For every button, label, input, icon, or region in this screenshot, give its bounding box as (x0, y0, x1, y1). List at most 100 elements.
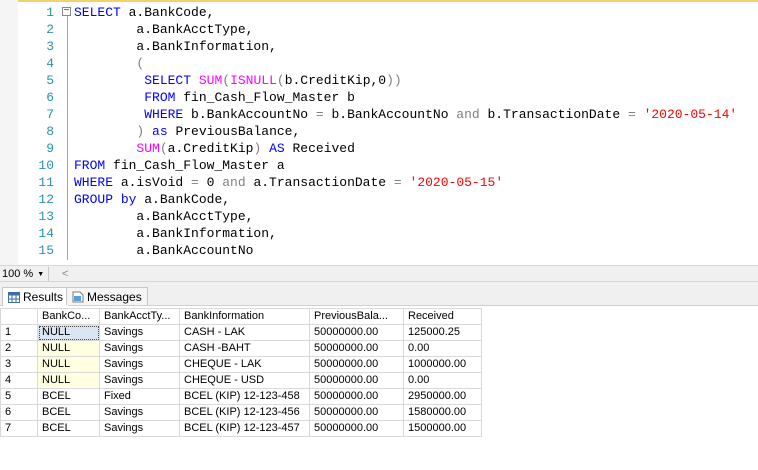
sql-editor[interactable]: 1− SELECT a.BankCode, 2 a.BankAcctType, 3 a… (0, 0, 758, 265)
grid-cell[interactable]: Savings (99, 420, 180, 437)
code-token: GROUP (74, 192, 114, 207)
line-number: 1 (46, 5, 54, 20)
zoom-label: 100 % (2, 268, 34, 280)
grid-cell[interactable]: 0.00 (403, 340, 482, 357)
code-text: FROM fin_Cash_Flow_Master a (74, 157, 285, 174)
grid-cell[interactable]: NULL (37, 372, 100, 389)
grid-cell[interactable]: CHEQUE - LAK (179, 356, 310, 373)
table-row[interactable]: 5 BCEL Fixed BCEL (KIP) 12-123-458 50000000.… (0, 388, 482, 405)
code-line[interactable]: 9 SUM(a.CreditKip) AS Received (0, 140, 758, 157)
grid-cell[interactable]: BCEL (37, 388, 100, 405)
grid-cell[interactable]: 1000000.00 (403, 356, 482, 373)
code-line[interactable]: 2 a.BankAcctType, (0, 21, 758, 38)
code-line[interactable]: 13 a.BankAcctType, (0, 208, 758, 225)
table-row[interactable]: 6 BCEL Savings BCEL (KIP) 12-123-456 5000000… (0, 404, 482, 421)
grid-cell[interactable]: 50000000.00 (309, 340, 404, 357)
grid-cell[interactable]: CASH -BAHT (179, 340, 310, 357)
grid-cell[interactable]: 50000000.00 (309, 404, 404, 421)
code-token: and (456, 107, 480, 122)
grid-cell[interactable]: 50000000.00 (309, 420, 404, 437)
column-header-bankcode[interactable]: BankCo... (37, 308, 100, 325)
scroll-left-button[interactable]: < (62, 267, 68, 281)
grid-cell[interactable]: BCEL (KIP) 12-123-456 (179, 404, 310, 421)
grid-cell[interactable]: BCEL (KIP) 12-123-458 (179, 388, 310, 405)
code-text: ) as PreviousBalance, (74, 123, 300, 140)
grid-cell[interactable]: 125000.25 (403, 324, 482, 341)
tab-messages-label: Messages (87, 290, 142, 304)
code-line[interactable]: 8 ) as PreviousBalance, (0, 123, 758, 140)
table-row[interactable]: 3 NULL Savings CHEQUE - LAK 50000000.00 10000… (0, 356, 482, 373)
code-token: ( (74, 56, 145, 71)
grid-cell[interactable]: 2950000.00 (403, 388, 482, 405)
code-token: AS (269, 141, 285, 156)
code-line[interactable]: 12 GROUP by a.BankCode, (0, 191, 758, 208)
code-token: fin_Cash_Flow_Master a (105, 158, 285, 173)
code-line[interactable]: 11 WHERE a.isVoid = 0 and a.TransactionDa… (0, 174, 758, 191)
tab-results[interactable]: Results (2, 287, 70, 306)
grid-cell[interactable]: CASH - LAK (179, 324, 310, 341)
code-text: FROM fin_Cash_Flow_Master b (74, 89, 355, 106)
line-number: 5 (46, 73, 54, 88)
grid-cell[interactable]: Savings (99, 356, 180, 373)
grid-cell[interactable]: Savings (99, 404, 180, 421)
code-line[interactable]: 6 FROM fin_Cash_Flow_Master b (0, 89, 758, 106)
grid-cell[interactable]: Fixed (99, 388, 180, 405)
grid-cell[interactable]: 0.00 (403, 372, 482, 389)
column-header-received[interactable]: Received (403, 308, 482, 325)
row-number-cell[interactable]: 5 (0, 388, 38, 405)
grid-cell[interactable]: NULL (37, 340, 100, 357)
code-token: b.CreditKip,0 (284, 73, 387, 88)
code-line[interactable]: 7 WHERE b.BankAccountNo = b.BankAccountN… (0, 106, 758, 123)
row-number-cell[interactable]: 2 (0, 340, 38, 357)
grid-cell[interactable]: Savings (99, 372, 180, 389)
line-number: 8 (46, 124, 54, 139)
editor-top-border (0, 0, 758, 2)
grid-cell[interactable]: Savings (99, 324, 180, 341)
grid-cell[interactable]: BCEL (KIP) 12-123-457 (179, 420, 310, 437)
code-token: a.BankInformation, (74, 226, 277, 241)
grid-cell[interactable]: 1500000.00 (403, 420, 482, 437)
column-header-rownum[interactable] (0, 308, 38, 325)
grid-cell[interactable]: 50000000.00 (309, 324, 404, 341)
code-line[interactable]: 4 ( (0, 55, 758, 72)
row-number-cell[interactable]: 4 (0, 372, 38, 389)
row-number-cell[interactable]: 3 (0, 356, 38, 373)
code-line[interactable]: 1− SELECT a.BankCode, (0, 4, 758, 21)
column-header-bankinformation[interactable]: BankInformation (179, 308, 310, 325)
table-row[interactable]: 7 BCEL Savings BCEL (KIP) 12-123-457 5000000… (0, 420, 482, 437)
grid-cell[interactable]: 50000000.00 (309, 388, 404, 405)
row-number-cell[interactable]: 7 (0, 420, 38, 437)
table-row[interactable]: 2 NULL Savings CASH -BAHT 50000000.00 0.00 (0, 340, 482, 357)
zoom-dropdown[interactable]: 100 % ▼ (2, 267, 50, 281)
grid-cell[interactable]: BCEL (37, 404, 100, 421)
code-line[interactable]: 10 FROM fin_Cash_Flow_Master a (0, 157, 758, 174)
row-number-cell[interactable]: 1 (0, 324, 38, 341)
grid-cell[interactable]: 50000000.00 (309, 356, 404, 373)
code-line[interactable]: 15 a.BankAccountNo (0, 242, 758, 259)
code-line[interactable]: 5 SELECT SUM(ISNULL(b.CreditKip,0)) (0, 72, 758, 89)
code-line[interactable]: 3 a.BankInformation, (0, 38, 758, 55)
table-row[interactable]: 4 NULL Savings CHEQUE - USD 50000000.00 0.00 (0, 372, 482, 389)
grid-cell[interactable]: NULL (37, 324, 100, 341)
code-text: SELECT a.BankCode, (74, 4, 214, 21)
collapse-minus-icon[interactable]: − (62, 7, 71, 17)
table-row[interactable]: 1 NULL Savings CASH - LAK 50000000.00 125000.… (0, 324, 482, 341)
grid-cell[interactable]: 50000000.00 (309, 372, 404, 389)
code-text: SELECT SUM(ISNULL(b.CreditKip,0)) (74, 72, 402, 89)
code-token: FROM (144, 90, 176, 105)
grid-cell[interactable]: NULL (37, 356, 100, 373)
code-line[interactable]: 14 a.BankInformation, (0, 225, 758, 242)
grid-cell[interactable]: Savings (99, 340, 180, 357)
grid-cell[interactable]: BCEL (37, 420, 100, 437)
row-number-cell[interactable]: 6 (0, 404, 38, 421)
grid-cell[interactable]: 1580000.00 (403, 404, 482, 421)
messages-icon (72, 291, 84, 303)
grid-cell[interactable]: CHEQUE - USD (179, 372, 310, 389)
column-header-previousbalance[interactable]: PreviousBala... (309, 308, 404, 325)
tab-messages[interactable]: Messages (66, 287, 148, 305)
column-header-bankaccttype[interactable]: BankAcctTy... (99, 308, 180, 325)
code-text: a.BankInformation, (74, 38, 276, 55)
